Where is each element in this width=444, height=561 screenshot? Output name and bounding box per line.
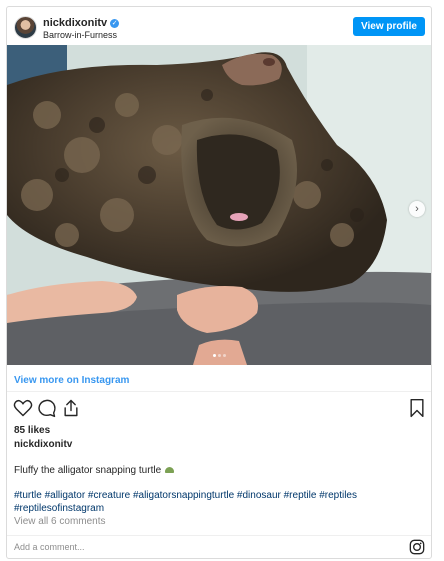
turtle-emoji <box>165 467 175 473</box>
turtle-photo-image <box>7 45 431 365</box>
post-caption: Fluffy the alligator snapping turtle <box>14 465 175 476</box>
post-header: nickdixonitv ✓ Barrow-in-Furness View pro… <box>7 7 431 45</box>
caption-text: Fluffy the alligator snapping turtle <box>14 465 162 476</box>
username[interactable]: nickdixonitv ✓ <box>43 17 120 29</box>
post-author[interactable]: nickdixonitv <box>14 439 72 450</box>
instagram-embed-card: nickdixonitv ✓ Barrow-in-Furness View pro… <box>6 6 432 559</box>
heart-icon[interactable] <box>13 398 33 418</box>
comment-icon[interactable] <box>37 398 57 418</box>
location[interactable]: Barrow-in-Furness <box>43 30 117 40</box>
carousel-next-button[interactable]: › <box>409 201 425 217</box>
avatar[interactable] <box>14 16 37 39</box>
username-text[interactable]: nickdixonitv <box>43 17 107 29</box>
bookmark-icon[interactable] <box>407 398 427 418</box>
chevron-right-icon: › <box>415 203 419 215</box>
view-comments-link[interactable]: View all 6 comments <box>14 516 106 527</box>
comment-bar: Add a comment... <box>7 535 431 558</box>
hashtags[interactable]: #turtle #alligator #creature #aligatorsn… <box>14 489 414 515</box>
action-bar <box>7 397 431 421</box>
carousel-dot <box>222 354 226 357</box>
divider <box>7 391 431 392</box>
likes-count[interactable]: 85 likes <box>14 425 50 436</box>
comment-input[interactable]: Add a comment... <box>14 542 85 552</box>
view-more-link[interactable]: View more on Instagram <box>14 375 129 386</box>
carousel-dot <box>212 354 216 357</box>
carousel-dot <box>217 354 221 357</box>
view-profile-button[interactable]: View profile <box>353 17 425 36</box>
instagram-icon[interactable] <box>409 539 425 555</box>
carousel-indicator <box>7 354 431 357</box>
post-photo[interactable]: › <box>7 45 431 365</box>
share-icon[interactable] <box>61 398 81 418</box>
verified-badge-icon: ✓ <box>110 19 120 28</box>
